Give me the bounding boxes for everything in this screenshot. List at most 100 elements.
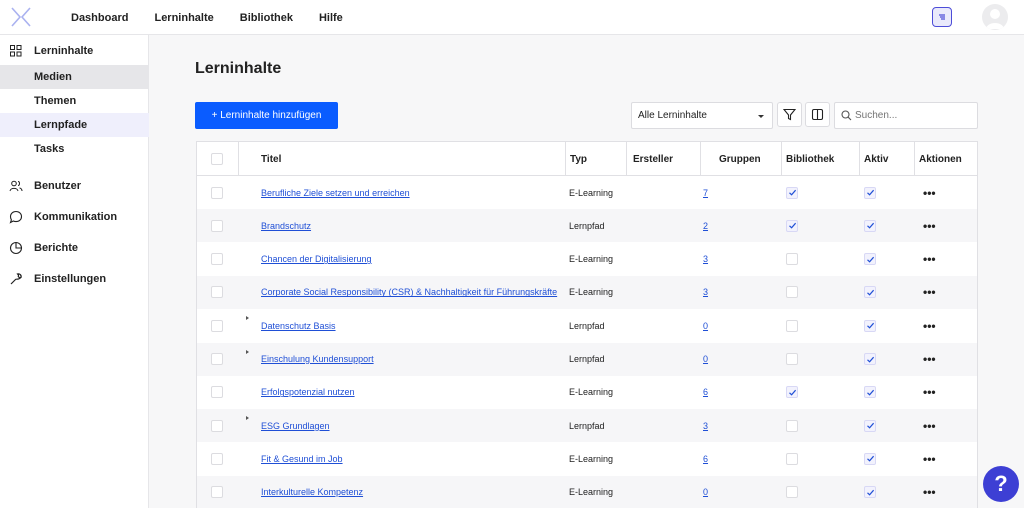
column-header-aktiv[interactable]: Aktiv	[864, 142, 888, 176]
active-checkbox-checked[interactable]	[864, 219, 876, 232]
nav-dashboard[interactable]: Dashboard	[58, 12, 141, 24]
expand-caret-icon[interactable]	[246, 316, 249, 321]
row-checkbox[interactable]	[211, 253, 223, 266]
sidebar-item-themen[interactable]: Themen	[0, 89, 149, 113]
table-row[interactable]: Chancen der Digitalisierung E-Learning 3 ••…	[197, 243, 977, 276]
row-title-link[interactable]: Datenschutz Basis	[261, 321, 336, 331]
row-groups-link[interactable]: 7	[703, 188, 708, 198]
library-checkbox[interactable]	[786, 353, 798, 365]
column-header-ersteller[interactable]: Ersteller	[633, 142, 673, 176]
row-groups-link[interactable]: 0	[703, 354, 708, 364]
more-actions-icon[interactable]: •••	[923, 453, 936, 465]
active-checkbox-checked[interactable]	[864, 419, 876, 432]
filter-button[interactable]	[777, 102, 802, 127]
row-groups-link[interactable]: 6	[703, 454, 708, 464]
row-checkbox[interactable]	[211, 286, 223, 299]
table-row[interactable]: Berufliche Ziele setzen und erreichen E-L…	[197, 176, 977, 209]
logo-icon[interactable]	[10, 6, 32, 28]
table-row[interactable]: Fit & Gesund im Job E-Learning 6 •••	[197, 442, 977, 475]
more-actions-icon[interactable]: •••	[923, 386, 936, 398]
sidebar-item-kommunikation[interactable]: Kommunikation	[0, 205, 149, 229]
expand-caret-icon[interactable]	[246, 416, 249, 421]
add-lerninhalte-button[interactable]: + Lerninhalte hinzufügen	[195, 102, 338, 129]
library-checkbox[interactable]	[786, 452, 798, 465]
row-checkbox[interactable]	[211, 486, 223, 499]
more-actions-icon[interactable]: •••	[923, 253, 936, 265]
active-checkbox-checked[interactable]	[864, 386, 876, 399]
library-checkbox[interactable]	[786, 253, 798, 266]
sidebar-item-medien[interactable]: Medien	[0, 65, 149, 89]
table-row[interactable]: Brandschutz Lernpfad 2 •••	[197, 209, 977, 243]
row-checkbox[interactable]	[211, 452, 223, 465]
more-actions-icon[interactable]: •••	[923, 187, 936, 199]
active-checkbox-checked[interactable]	[864, 186, 876, 199]
more-actions-icon[interactable]: •••	[923, 420, 936, 432]
row-groups-link[interactable]: 3	[703, 287, 708, 297]
row-checkbox[interactable]	[211, 319, 223, 332]
table-row[interactable]: Einschulung Kundensupport Lernpfad 0 •••	[197, 342, 977, 376]
column-header-gruppen[interactable]: Gruppen	[719, 142, 761, 176]
library-checkbox[interactable]	[786, 419, 798, 432]
sidebar-item-tasks[interactable]: Tasks	[0, 137, 149, 161]
table-row[interactable]: Datenschutz Basis Lernpfad 0 •••	[197, 309, 977, 342]
active-checkbox-checked[interactable]	[864, 253, 876, 266]
expand-caret-icon[interactable]	[246, 349, 249, 354]
row-groups-link[interactable]: 0	[703, 487, 708, 497]
help-button[interactable]: ?	[983, 466, 1019, 502]
row-title-link[interactable]: Corporate Social Responsibility (CSR) & …	[261, 287, 557, 297]
row-title-link[interactable]: Erfolgspotenzial nutzen	[261, 387, 355, 397]
active-checkbox-checked[interactable]	[864, 452, 876, 465]
table-row[interactable]: ESG Grundlagen Lernpfad 3 •••	[197, 409, 977, 443]
nav-lerninhalte[interactable]: Lerninhalte	[141, 12, 226, 24]
row-title-link[interactable]: Interkulturelle Kompetenz	[261, 487, 363, 497]
row-groups-link[interactable]: 6	[703, 387, 708, 397]
row-checkbox[interactable]	[211, 186, 223, 199]
more-actions-icon[interactable]: •••	[923, 486, 936, 498]
more-actions-icon[interactable]: •••	[923, 320, 936, 332]
row-checkbox[interactable]	[211, 386, 223, 399]
table-row[interactable]: Corporate Social Responsibility (CSR) & …	[197, 275, 977, 309]
sidebar-item-lernpfade[interactable]: Lernpfade	[0, 113, 149, 137]
table-row[interactable]: Erfolgspotenzial nutzen E-Learning 6 •••	[197, 376, 977, 409]
user-avatar[interactable]	[982, 4, 1008, 30]
nav-bibliothek[interactable]: Bibliothek	[227, 12, 306, 24]
library-checkbox[interactable]	[786, 486, 798, 499]
content-filter-select[interactable]: Alle Lerninhalte	[631, 102, 773, 129]
column-header-bibliothek[interactable]: Bibliothek	[786, 142, 834, 176]
sidebar-item-berichte[interactable]: Berichte	[0, 236, 149, 260]
sidebar-item-einstellungen[interactable]: Einstellungen	[0, 267, 149, 291]
row-checkbox[interactable]	[211, 353, 223, 365]
row-title-link[interactable]: ESG Grundlagen	[261, 421, 330, 431]
column-header-titel[interactable]: Titel	[261, 142, 281, 176]
active-checkbox-checked[interactable]	[864, 319, 876, 332]
row-title-link[interactable]: Brandschutz	[261, 221, 311, 231]
nav-hilfe[interactable]: Hilfe	[306, 12, 356, 24]
search-input[interactable]	[855, 103, 975, 128]
library-checkbox-checked[interactable]	[786, 219, 798, 232]
row-groups-link[interactable]: 2	[703, 221, 708, 231]
more-actions-icon[interactable]: •••	[923, 220, 936, 232]
search-field[interactable]	[834, 102, 978, 129]
sidebar-item-lerninhalte[interactable]: Lerninhalte	[0, 39, 149, 63]
more-actions-icon[interactable]: •••	[923, 286, 936, 298]
row-groups-link[interactable]: 3	[703, 254, 708, 264]
row-title-link[interactable]: Einschulung Kundensupport	[261, 354, 374, 364]
more-actions-icon[interactable]: •••	[923, 353, 936, 365]
columns-button[interactable]	[805, 102, 830, 127]
row-checkbox[interactable]	[211, 419, 223, 432]
table-row[interactable]: Interkulturelle Kompetenz E-Learning 0 •••	[197, 475, 977, 508]
notification-button[interactable]	[932, 7, 952, 27]
row-groups-link[interactable]: 0	[703, 321, 708, 331]
active-checkbox-checked[interactable]	[864, 286, 876, 299]
row-title-link[interactable]: Fit & Gesund im Job	[261, 454, 343, 464]
active-checkbox-checked[interactable]	[864, 353, 876, 365]
row-title-link[interactable]: Berufliche Ziele setzen und erreichen	[261, 188, 410, 198]
row-groups-link[interactable]: 3	[703, 421, 708, 431]
active-checkbox-checked[interactable]	[864, 486, 876, 499]
column-header-typ[interactable]: Typ	[570, 142, 587, 176]
library-checkbox[interactable]	[786, 319, 798, 332]
row-checkbox[interactable]	[211, 219, 223, 232]
select-all-checkbox[interactable]	[211, 153, 223, 165]
library-checkbox[interactable]	[786, 286, 798, 299]
row-title-link[interactable]: Chancen der Digitalisierung	[261, 254, 372, 264]
